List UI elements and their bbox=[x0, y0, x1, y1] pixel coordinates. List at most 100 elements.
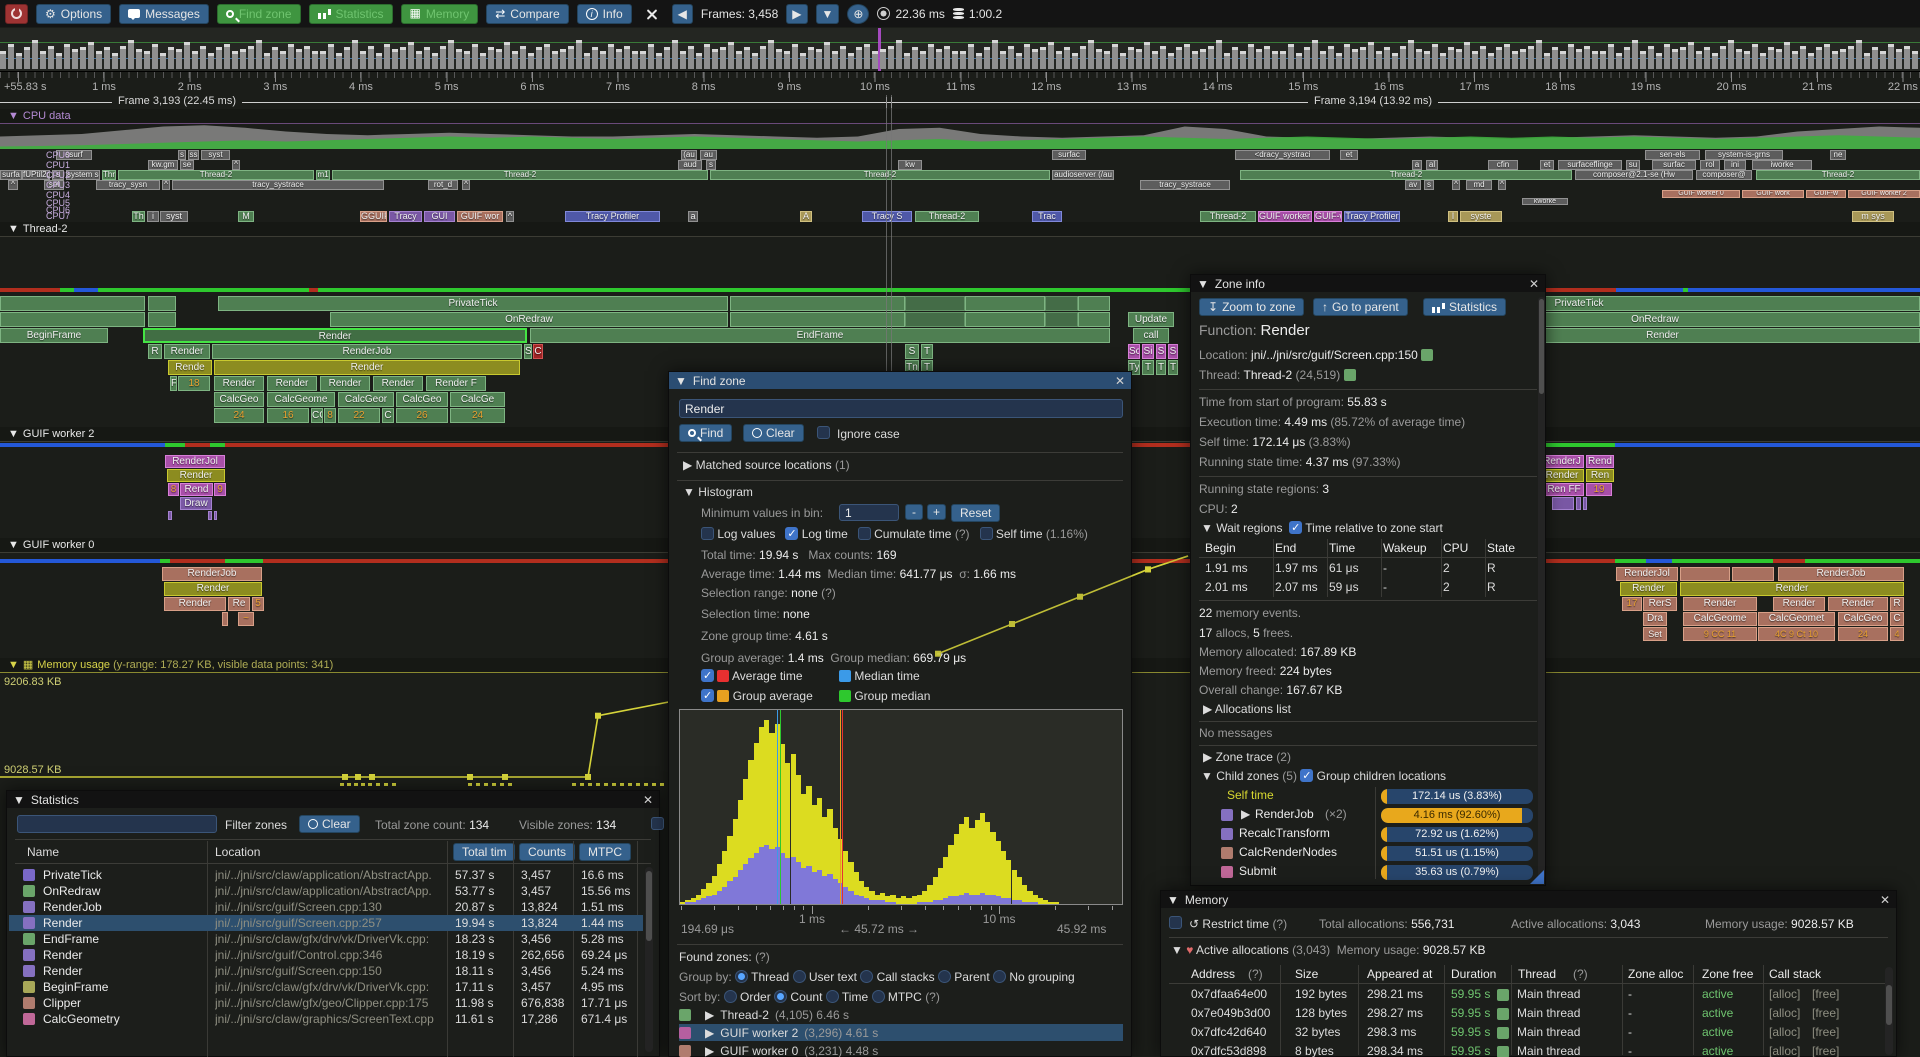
frame-bar[interactable] bbox=[1448, 47, 1454, 69]
frame-label-left[interactable]: Frame 3,193 (22.45 ms) bbox=[112, 95, 242, 107]
frame-bar[interactable] bbox=[568, 46, 574, 69]
timeline-zone[interactable]: 24 bbox=[214, 408, 264, 423]
frame-bar[interactable] bbox=[1688, 42, 1694, 69]
frame-bar[interactable] bbox=[200, 46, 206, 69]
frame-bar[interactable] bbox=[1888, 44, 1894, 69]
frame-bar[interactable] bbox=[688, 46, 694, 69]
timeline-zone[interactable] bbox=[168, 511, 172, 520]
timeline-zone[interactable]: syst bbox=[160, 211, 188, 222]
frame-bar[interactable] bbox=[1904, 46, 1910, 69]
frame-bar[interactable] bbox=[1304, 47, 1310, 69]
frame-bar[interactable] bbox=[1128, 47, 1134, 69]
timeline-zone[interactable]: ss bbox=[188, 150, 199, 160]
timeline-zone[interactable] bbox=[1078, 312, 1110, 327]
frame-bar[interactable] bbox=[392, 49, 398, 69]
find-zone-titlebar[interactable]: ▼Find zone✕ bbox=[669, 372, 1131, 389]
timeline-zone[interactable]: 26 bbox=[396, 408, 448, 423]
timeline-zone[interactable]: s bbox=[706, 160, 716, 170]
timeline-zone[interactable]: Render bbox=[1620, 582, 1677, 596]
frame-bar[interactable] bbox=[1856, 40, 1862, 69]
frame-bar[interactable] bbox=[1152, 51, 1158, 69]
legend-item[interactable]: Group median bbox=[839, 689, 930, 703]
table-row[interactable]: 0x7dfaa64e00192 bytes298.21 ms59.95 sMai… bbox=[1161, 987, 1881, 1006]
frame-bar[interactable] bbox=[104, 47, 110, 69]
timeline-zone[interactable]: call bbox=[1133, 328, 1169, 343]
resize-grip[interactable] bbox=[1530, 870, 1544, 884]
frame-bar[interactable] bbox=[1432, 44, 1438, 69]
close-icon[interactable]: ✕ bbox=[1529, 277, 1539, 291]
frame-bar[interactable] bbox=[1288, 44, 1294, 69]
frame-bar[interactable] bbox=[1720, 46, 1726, 69]
stats-scrollbar[interactable] bbox=[645, 867, 653, 1052]
collapse-icon[interactable]: ▼ bbox=[675, 374, 687, 388]
frame-bar[interactable] bbox=[848, 53, 854, 69]
frame-bar[interactable] bbox=[1064, 47, 1070, 69]
frame-bar[interactable] bbox=[1752, 44, 1758, 69]
frame-bar[interactable] bbox=[952, 51, 958, 69]
memory-col-4[interactable]: Duration bbox=[1451, 967, 1496, 981]
frame-bar[interactable] bbox=[24, 47, 30, 69]
timeline-zone[interactable] bbox=[1680, 567, 1730, 581]
frame-bar[interactable] bbox=[120, 46, 126, 69]
frame-bar[interactable] bbox=[1208, 46, 1214, 69]
timeline-zone[interactable]: Thread-2 bbox=[118, 170, 314, 180]
frame-bar[interactable] bbox=[720, 47, 726, 69]
timeline-zone[interactable]: a bbox=[1412, 160, 1422, 170]
frame-bar[interactable] bbox=[768, 40, 774, 69]
timeline-zone[interactable]: Trac bbox=[1032, 211, 1062, 222]
frame-bar[interactable] bbox=[944, 46, 950, 69]
frame-bar[interactable] bbox=[544, 44, 550, 69]
frame-bar[interactable] bbox=[1408, 40, 1414, 69]
memory-col-5[interactable]: Thread bbox=[1518, 967, 1556, 981]
cpu-data-header[interactable]: ▼CPU data bbox=[0, 109, 1920, 124]
legend-item[interactable]: Group average bbox=[701, 689, 813, 703]
frame-bar[interactable] bbox=[1312, 40, 1318, 69]
frame-bar[interactable] bbox=[1776, 49, 1782, 69]
frame-bar[interactable] bbox=[1176, 47, 1182, 69]
frame-bar[interactable] bbox=[1416, 49, 1422, 69]
frame-bar[interactable] bbox=[80, 47, 86, 69]
timeline-zone[interactable] bbox=[1552, 497, 1574, 510]
timeline-zone[interactable]: PrivateTick bbox=[218, 296, 728, 311]
frame-bar[interactable] bbox=[216, 47, 222, 69]
frame-bar[interactable] bbox=[1464, 42, 1470, 69]
frame-bar[interactable] bbox=[1848, 46, 1854, 69]
timeline-zone[interactable]: S bbox=[1168, 344, 1178, 359]
timeline-zone[interactable]: ^ bbox=[162, 180, 170, 190]
timeline-zone[interactable]: syst bbox=[201, 150, 230, 160]
frame-bar[interactable] bbox=[1024, 44, 1030, 69]
timeline-zone[interactable]: 22 bbox=[338, 408, 380, 423]
frame-bar[interactable] bbox=[64, 44, 70, 69]
table-row[interactable]: PrivateTickjni/../jni/src/claw/applicati… bbox=[9, 867, 643, 883]
frame-bar[interactable] bbox=[1648, 46, 1654, 69]
timeline-zone[interactable]: Render bbox=[164, 597, 226, 611]
timeline-zone[interactable]: CalcGeo bbox=[1838, 612, 1888, 626]
col-total-time-button[interactable]: Total tim bbox=[453, 843, 515, 861]
timeline-zone[interactable]: Draw bbox=[180, 497, 212, 510]
frame-bar[interactable] bbox=[232, 51, 238, 69]
timeline-zone[interactable]: Thread-2 bbox=[710, 170, 1050, 180]
timeline-zone[interactable]: CalcGeo bbox=[214, 392, 264, 407]
frame-bar[interactable] bbox=[0, 51, 6, 69]
timeline-zone[interactable]: C bbox=[533, 344, 543, 359]
timeline-zone[interactable] bbox=[730, 296, 905, 311]
timeline-zone[interactable]: composer@2.1-se (Hw bbox=[1575, 170, 1693, 180]
child-zone-row[interactable]: Submit35.63 us (0.79%) bbox=[1191, 864, 1531, 882]
frame-bar[interactable] bbox=[1440, 53, 1446, 69]
frame-bar[interactable] bbox=[1880, 51, 1886, 69]
bin-minus-button[interactable]: - bbox=[905, 504, 923, 520]
table-row[interactable]: Renderjni/../jni/src/guif/Screen.cpp:257… bbox=[9, 915, 643, 931]
tools-button[interactable] bbox=[640, 4, 664, 24]
timeline-zone[interactable]: CalcGeor bbox=[338, 392, 394, 407]
timeline-zone[interactable]: Render bbox=[1773, 597, 1825, 611]
frame-bar[interactable] bbox=[736, 51, 742, 69]
timeline-zone[interactable]: sen-els bbox=[1645, 150, 1700, 160]
timeline-zone[interactable]: Render bbox=[143, 328, 527, 343]
table-row[interactable]: Renderjni/../jni/src/guif/Screen.cpp:150… bbox=[9, 963, 643, 979]
frame-bar[interactable] bbox=[240, 49, 246, 69]
timeline-zone[interactable]: iworke bbox=[1752, 160, 1812, 170]
timeline-zone[interactable]: 4C 9 Ct 10 bbox=[1758, 627, 1835, 641]
frame-bar[interactable] bbox=[520, 46, 526, 69]
timeline-zone[interactable]: ^ bbox=[1452, 180, 1460, 190]
frame-bar[interactable] bbox=[1704, 47, 1710, 69]
